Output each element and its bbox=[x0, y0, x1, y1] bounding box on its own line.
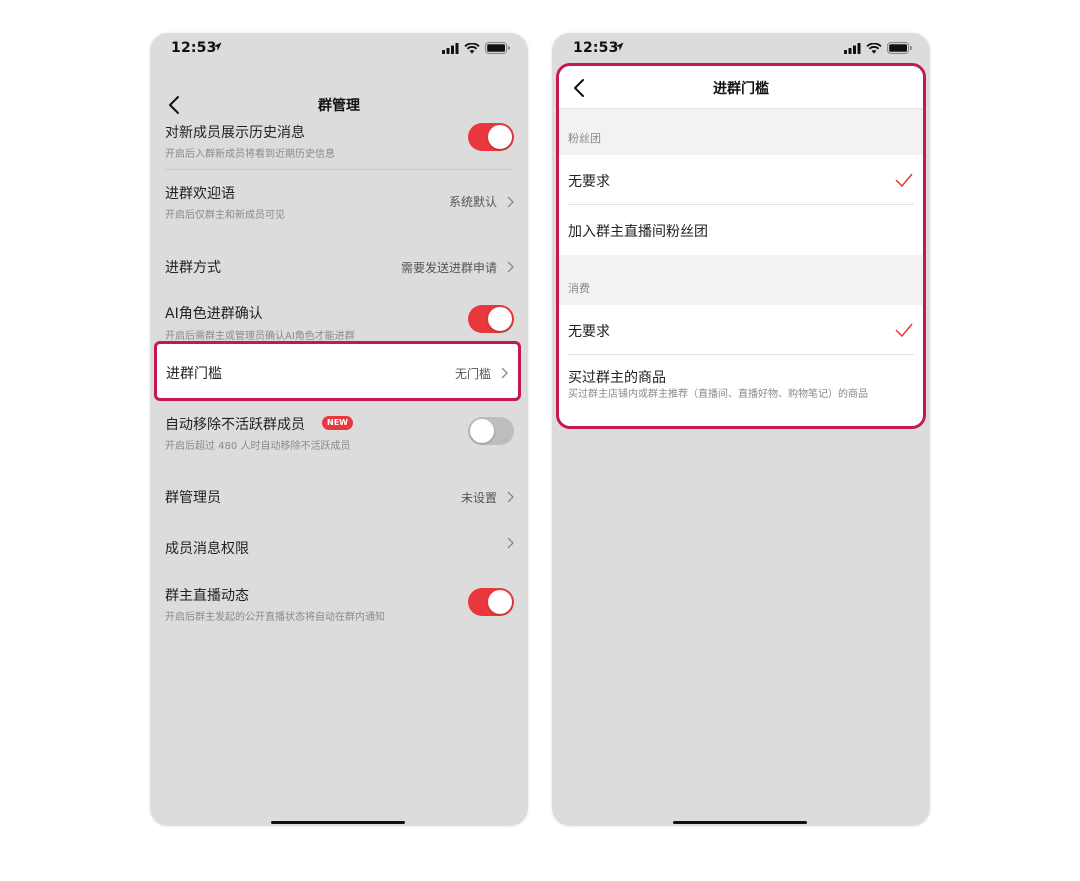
row-subtitle: 开启后群主发起的公开直播状态将自动在群内通知 bbox=[165, 612, 385, 623]
nav-bar: 进群门槛 bbox=[559, 66, 923, 109]
row-value: 未设置 bbox=[460, 491, 497, 505]
setting-ai-role-confirm: AI角色进群确认 开启后需群主或管理员确认AI角色才能进群 bbox=[150, 301, 528, 343]
row-title: 进群欢迎语 bbox=[165, 186, 235, 202]
option-label: 无要求 bbox=[568, 324, 610, 340]
option-label: 无要求 bbox=[568, 174, 610, 190]
section-label-consumption: 消费 bbox=[568, 282, 590, 295]
row-title: 群管理员 bbox=[165, 490, 221, 506]
row-value: 系统默认 bbox=[448, 195, 497, 209]
option-consume-no-requirement[interactable]: 无要求 bbox=[559, 305, 923, 355]
row-title: 对新成员展示历史消息 bbox=[165, 125, 305, 141]
location-arrow-icon bbox=[213, 42, 222, 51]
signal-icon bbox=[442, 42, 459, 54]
page-title: 群管理 bbox=[318, 98, 360, 114]
row-value: 需要发送进群申请 bbox=[400, 261, 497, 275]
option-fan-no-requirement[interactable]: 无要求 bbox=[559, 155, 923, 205]
setting-join-threshold[interactable]: 进群门槛 无门槛 bbox=[154, 341, 521, 401]
setting-host-live-updates: 群主直播动态 开启后群主发起的公开直播状态将自动在群内通知 bbox=[150, 582, 528, 634]
row-subtitle: 开启后仅群主和新成员可见 bbox=[165, 210, 285, 221]
option-label: 买过群主的商品 bbox=[568, 370, 666, 386]
chevron-right-icon bbox=[507, 196, 514, 208]
chevron-right-icon bbox=[501, 367, 508, 379]
row-title: 自动移除不活跃群成员 bbox=[165, 417, 305, 433]
row-title: 群主直播动态 bbox=[165, 588, 249, 604]
show-history-toggle[interactable] bbox=[468, 123, 514, 151]
status-bar: 12:53 bbox=[552, 33, 930, 63]
row-title: 成员消息权限 bbox=[165, 541, 249, 557]
setting-join-method[interactable]: 进群方式 需要发送进群申请 bbox=[150, 251, 528, 283]
location-arrow-icon bbox=[615, 42, 624, 51]
option-join-fan-club[interactable]: 加入群主直播间粉丝团 bbox=[559, 205, 923, 255]
chevron-right-icon bbox=[507, 491, 514, 503]
wifi-icon bbox=[464, 42, 480, 54]
option-description: 买过群主店铺内或群主推荐（直播间、直播好物、购物笔记）的商品 bbox=[568, 389, 868, 400]
divider bbox=[165, 169, 513, 170]
option-bought-host-product[interactable]: 买过群主的商品 买过群主店铺内或群主推荐（直播间、直播好物、购物笔记）的商品 bbox=[559, 355, 923, 426]
wifi-icon bbox=[866, 42, 882, 54]
phone-join-threshold: 12:53 进群门槛 粉丝团 无要求 加入群主直播间粉丝团 消费 无要求 买过群… bbox=[552, 33, 930, 826]
checkmark-icon bbox=[895, 173, 913, 188]
status-time: 12:53 bbox=[171, 40, 217, 56]
signal-icon bbox=[844, 42, 861, 54]
battery-icon bbox=[485, 42, 510, 54]
row-title: AI角色进群确认 bbox=[165, 306, 263, 322]
phone-group-management: 12:53 群管理 对新成员展示历史消息 开启后入群新成员将看到近期历史信息 进… bbox=[150, 33, 528, 826]
home-indicator bbox=[673, 821, 807, 824]
row-title: 进群门槛 bbox=[166, 366, 222, 382]
status-time: 12:53 bbox=[573, 40, 619, 56]
battery-icon bbox=[887, 42, 912, 54]
setting-show-history: 对新成员展示历史消息 开启后入群新成员将看到近期历史信息 bbox=[150, 119, 528, 171]
setting-group-admin[interactable]: 群管理员 未设置 bbox=[150, 481, 528, 513]
chevron-right-icon bbox=[507, 537, 514, 549]
checkmark-icon bbox=[895, 323, 913, 338]
host-live-toggle[interactable] bbox=[468, 588, 514, 616]
row-subtitle: 开启后超过 480 人时自动移除不活跃成员 bbox=[165, 441, 351, 452]
status-bar: 12:53 bbox=[150, 33, 528, 63]
chevron-right-icon bbox=[507, 261, 514, 273]
ai-role-confirm-toggle[interactable] bbox=[468, 305, 514, 333]
row-title: 进群方式 bbox=[165, 260, 221, 276]
join-threshold-panel: 进群门槛 粉丝团 无要求 加入群主直播间粉丝团 消费 无要求 买过群主的商品 买… bbox=[556, 63, 926, 429]
row-subtitle: 开启后需群主或管理员确认AI角色才能进群 bbox=[165, 331, 355, 342]
auto-remove-toggle[interactable] bbox=[468, 417, 514, 445]
new-badge: NEW bbox=[322, 416, 353, 430]
setting-member-message-permission[interactable]: 成员消息权限 bbox=[150, 533, 528, 565]
home-indicator bbox=[271, 821, 405, 824]
row-subtitle: 开启后入群新成员将看到近期历史信息 bbox=[165, 149, 335, 160]
page-title: 进群门槛 bbox=[713, 81, 769, 97]
setting-welcome-message[interactable]: 进群欢迎语 开启后仅群主和新成员可见 系统默认 bbox=[150, 180, 528, 232]
option-label: 加入群主直播间粉丝团 bbox=[568, 224, 708, 240]
section-label-fan-club: 粉丝团 bbox=[568, 132, 601, 145]
row-value: 无门槛 bbox=[454, 367, 491, 381]
